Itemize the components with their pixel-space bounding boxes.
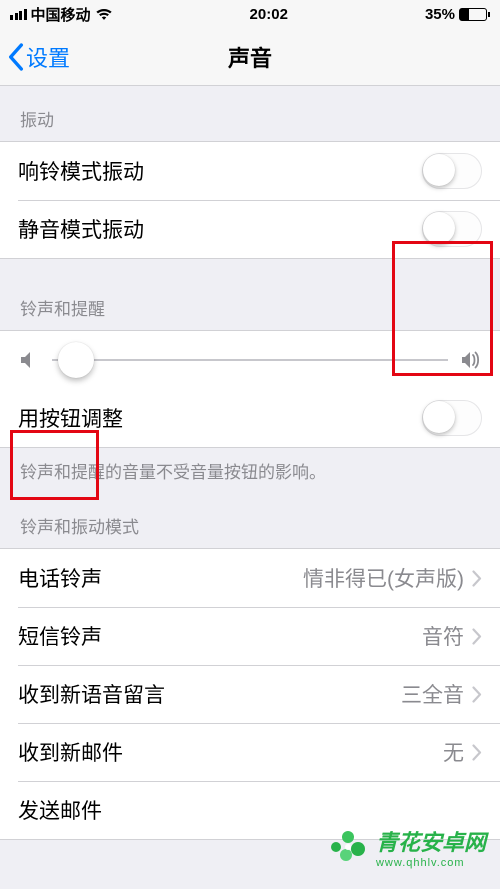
silent-vibrate-row: 静音模式振动	[0, 200, 500, 258]
ringer-footer: 铃声和提醒的音量不受音量按钮的影响。	[0, 448, 500, 493]
watermark: 青花安卓网 www.qhhlv.com	[328, 825, 486, 869]
volume-slider[interactable]	[52, 359, 448, 361]
chevron-right-icon	[472, 628, 482, 645]
pattern-group: 电话铃声 情非得已(女声版) 短信铃声 音符 收到新语音留言 三全音 收到新邮件…	[0, 548, 500, 840]
status-right: 35%	[425, 6, 490, 23]
battery-pct: 35%	[425, 6, 455, 23]
voicemail-row[interactable]: 收到新语音留言 三全音	[0, 665, 500, 723]
back-button[interactable]: 设置	[0, 41, 70, 73]
chevron-right-icon	[472, 686, 482, 703]
silent-vibrate-toggle[interactable]	[422, 211, 482, 247]
chevron-left-icon	[8, 43, 24, 71]
status-bar: 中国移动 20:02 35%	[0, 0, 500, 28]
button-adjust-toggle[interactable]	[422, 400, 482, 436]
battery-icon	[459, 8, 490, 21]
button-adjust-label: 用按钮调整	[18, 403, 422, 433]
status-time: 20:02	[250, 6, 288, 23]
volume-high-icon	[460, 349, 482, 371]
volume-low-icon	[18, 349, 40, 371]
button-adjust-row: 用按钮调整	[0, 389, 500, 447]
volume-slider-thumb[interactable]	[58, 342, 94, 378]
status-left: 中国移动	[10, 4, 113, 25]
volume-slider-row	[0, 331, 500, 389]
watermark-title: 青花安卓网	[376, 830, 486, 855]
text-tone-value: 音符	[422, 621, 464, 651]
ringtone-row[interactable]: 电话铃声 情非得已(女声版)	[0, 549, 500, 607]
silent-vibrate-label: 静音模式振动	[18, 214, 422, 244]
chevron-right-icon	[472, 570, 482, 587]
ringtone-label: 电话铃声	[18, 563, 303, 593]
page-title: 声音	[0, 41, 500, 73]
nav-bar: 设置 声音	[0, 28, 500, 86]
text-tone-row[interactable]: 短信铃声 音符	[0, 607, 500, 665]
ringtone-value: 情非得已(女声版)	[303, 563, 464, 593]
ringer-header: 铃声和提醒	[0, 259, 500, 330]
voicemail-value: 三全音	[401, 679, 464, 709]
voicemail-label: 收到新语音留言	[18, 679, 401, 709]
carrier-label: 中国移动	[31, 4, 91, 25]
vibration-group: 响铃模式振动 静音模式振动	[0, 141, 500, 259]
new-mail-value: 无	[443, 737, 464, 767]
chevron-right-icon	[472, 744, 482, 761]
new-mail-row[interactable]: 收到新邮件 无	[0, 723, 500, 781]
watermark-logo-icon	[328, 827, 368, 867]
back-label: 设置	[26, 41, 70, 73]
sent-mail-label: 发送邮件	[18, 795, 474, 825]
ring-vibrate-label: 响铃模式振动	[18, 156, 422, 186]
ring-vibrate-toggle[interactable]	[422, 153, 482, 189]
wifi-icon	[95, 8, 113, 21]
ringer-group: 用按钮调整	[0, 330, 500, 448]
text-tone-label: 短信铃声	[18, 621, 422, 651]
pattern-header: 铃声和振动模式	[0, 493, 500, 548]
new-mail-label: 收到新邮件	[18, 737, 443, 767]
signal-icon	[10, 9, 27, 20]
watermark-sub: www.qhhlv.com	[376, 857, 486, 869]
vibration-header: 振动	[0, 86, 500, 141]
ring-vibrate-row: 响铃模式振动	[0, 142, 500, 200]
